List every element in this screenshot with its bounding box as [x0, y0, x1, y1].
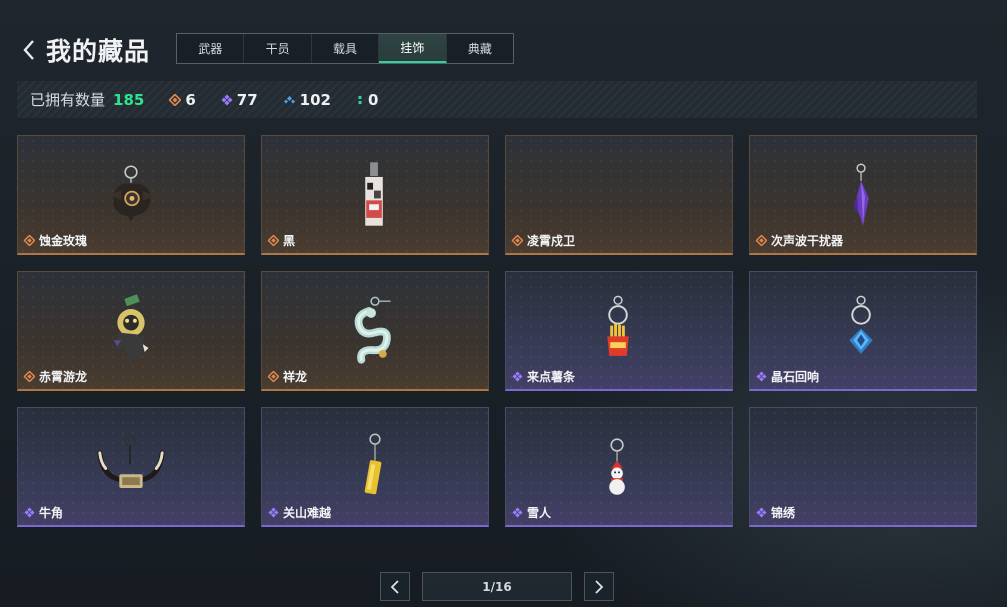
back-button[interactable] [18, 35, 40, 65]
orange-rarity-icon [169, 93, 182, 106]
category-tabs: 武器 干员 载具 挂饰 典藏 [176, 33, 514, 64]
page-indicator: 1/16 [422, 572, 572, 601]
charm-card[interactable]: 赤霄游龙 [17, 271, 245, 391]
purple-rarity-icon [512, 371, 523, 382]
page-title: 我的藏品 [46, 37, 151, 66]
next-page-button[interactable] [584, 572, 614, 601]
purple-rarity-icon [221, 94, 233, 106]
purple-rarity-icon [268, 507, 279, 518]
charm-card[interactable]: 黑 [261, 135, 489, 255]
blue-rarity-count: 102 [299, 90, 331, 109]
charm-card[interactable]: 来点薯条 [505, 271, 733, 391]
charm-name: 祥龙 [283, 370, 308, 384]
purple-rarity-count: 77 [236, 90, 258, 109]
charm-label: 锦绣 [756, 504, 795, 521]
chevron-left-icon [23, 40, 34, 60]
chevron-left-icon [390, 579, 399, 594]
orange-rarity-icon [24, 371, 35, 382]
charm-name: 来点薯条 [527, 370, 576, 384]
page-header: 我的藏品 [18, 30, 150, 70]
charm-card[interactable]: 晶石回响 [749, 271, 977, 391]
charm-card[interactable]: 凌霄戍卫 [505, 135, 733, 255]
charm-card[interactable]: 关山难越 [261, 407, 489, 527]
charm-name: 锦绣 [771, 506, 796, 520]
charm-name: 次声波干扰器 [771, 234, 844, 248]
charm-label: 来点薯条 [512, 368, 575, 385]
charm-label: 黑 [268, 232, 295, 249]
tab-operators[interactable]: 干员 [244, 34, 312, 63]
orange-rarity-icon [756, 235, 767, 246]
charm-label: 牛角 [24, 504, 63, 521]
charm-name: 关山难越 [283, 506, 332, 520]
purple-rarity-icon [756, 371, 767, 382]
orange-rarity-stat: 6 [169, 90, 196, 109]
orange-rarity-icon [512, 235, 523, 246]
charm-label: 关山难越 [268, 504, 331, 521]
chevron-right-icon [595, 579, 604, 594]
purple-rarity-icon [756, 507, 767, 518]
charm-name: 赤霄游龙 [39, 370, 88, 384]
charm-label: 雪人 [512, 504, 551, 521]
charm-label: 赤霄游龙 [24, 368, 87, 385]
charm-label: 晶石回响 [756, 368, 819, 385]
purple-rarity-icon [512, 507, 523, 518]
charm-card[interactable]: 雪人 [505, 407, 733, 527]
charm-name: 牛角 [39, 506, 64, 520]
charm-label: 次声波干扰器 [756, 232, 843, 249]
owned-label: 已拥有数量 [30, 91, 106, 109]
charm-card[interactable]: 蚀金玫瑰 [17, 135, 245, 255]
charm-card[interactable]: 牛角 [17, 407, 245, 527]
charm-card[interactable]: 祥龙 [261, 271, 489, 391]
tab-collection[interactable]: 典藏 [447, 34, 513, 63]
tab-charms[interactable]: 挂饰 [379, 34, 447, 63]
charm-grid: 蚀金玫瑰 黑 凌霄戍卫 次声波干扰器 赤霄游龙 祥龙 来点薯条 晶石回响 牛角 … [17, 135, 977, 527]
charm-label: 蚀金玫瑰 [24, 232, 87, 249]
orange-rarity-icon [268, 371, 279, 382]
charm-name: 雪人 [527, 506, 552, 520]
charm-card[interactable]: 锦绣 [749, 407, 977, 527]
blue-rarity-icon [283, 94, 296, 106]
purple-rarity-icon [24, 507, 35, 518]
charm-card[interactable]: 次声波干扰器 [749, 135, 977, 255]
owned-count: 185 [113, 90, 145, 109]
owned-stats-bar: 已拥有数量 185 6 77 102 0 [17, 81, 977, 118]
blue-rarity-stat: 102 [283, 91, 331, 109]
card-tag-charm-icon [365, 162, 383, 226]
tab-weapons[interactable]: 武器 [177, 34, 245, 63]
charm-name: 晶石回响 [771, 370, 820, 384]
green-rarity-count: 0 [367, 90, 379, 109]
purple-rarity-stat: 77 [221, 91, 258, 109]
orange-rarity-icon [268, 235, 279, 246]
orange-rarity-count: 6 [185, 90, 196, 109]
pagination: 1/16 [380, 572, 614, 601]
charm-label: 凌霄戍卫 [512, 232, 575, 249]
charm-name: 蚀金玫瑰 [39, 234, 88, 248]
charm-name: 凌霄戍卫 [527, 234, 576, 248]
orange-rarity-icon [24, 235, 35, 246]
charm-label: 祥龙 [268, 368, 307, 385]
charm-name: 黑 [283, 234, 296, 248]
prev-page-button[interactable] [380, 572, 410, 601]
green-rarity-icon [356, 94, 364, 106]
green-rarity-stat: 0 [356, 91, 378, 109]
tab-vehicles[interactable]: 载具 [312, 34, 380, 63]
